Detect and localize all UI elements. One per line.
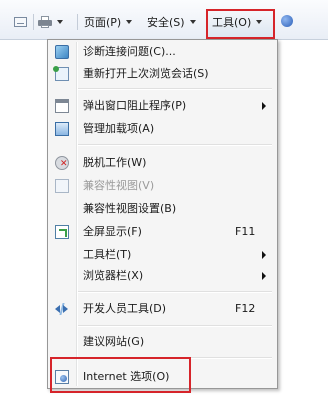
menu-item-diagnose-connection[interactable]: 诊断连接问题(C)... (50, 42, 275, 62)
menu-item-label: 重新打开上次浏览会话(S) (83, 67, 209, 80)
menu-item-label: 弹出窗口阻止程序(P) (83, 99, 187, 112)
internet-options-highlight (50, 357, 191, 393)
menu-item-explorer-bars[interactable]: 浏览器栏(X) (50, 266, 275, 286)
menu-item-work-offline[interactable]: 脱机工作(W) (50, 153, 275, 173)
menu-item-toolbars[interactable]: 工具栏(T) (50, 245, 275, 265)
popup-blocker-icon (55, 99, 69, 113)
menu-separator (78, 144, 272, 146)
browser-window: 页面(P) 安全(S) 工具(O) 诊断连接问题(C)... 重新打开上次浏览会… (0, 0, 328, 401)
chevron-down-icon (256, 20, 263, 24)
shortcut-label: F12 (235, 302, 256, 315)
diagnose-icon (55, 45, 69, 59)
menu-item-label: 兼容性视图设置(B) (83, 202, 177, 215)
read-mail-icon (14, 17, 27, 27)
menu-item-label: 浏览器栏(X) (83, 269, 144, 282)
compat-view-icon (55, 179, 69, 193)
submenu-arrow-icon (262, 251, 266, 259)
page-menu-button[interactable]: 页面(P) (84, 13, 133, 31)
menu-separator (78, 291, 272, 293)
menu-item-label: 工具栏(T) (83, 248, 132, 261)
read-mail-button[interactable] (14, 13, 27, 31)
menu-separator (78, 325, 272, 327)
chevron-down-icon (57, 20, 63, 24)
submenu-arrow-icon (262, 102, 266, 110)
menu-item-label: 开发人员工具(D) (83, 302, 167, 315)
reopen-session-icon (53, 66, 69, 81)
menu-item-label: 脱机工作(W) (83, 156, 147, 169)
menu-item-compat-view-settings[interactable]: 兼容性视图设置(B) (50, 199, 275, 219)
toolbar-divider (77, 14, 78, 30)
menu-item-developer-tools[interactable]: 开发人员工具(D) F12 (50, 299, 275, 319)
printer-icon (38, 16, 52, 28)
developer-tools-icon (55, 302, 69, 316)
menu-item-fullscreen[interactable]: 全屏显示(F) F11 (50, 222, 275, 242)
print-button[interactable] (38, 13, 63, 31)
work-offline-icon (55, 156, 69, 170)
tools-dropdown-menu: 诊断连接问题(C)... 重新打开上次浏览会话(S) 弹出窗口阻止程序(P) 管… (47, 39, 278, 389)
tools-menu-button[interactable]: 工具(O) (212, 13, 263, 31)
menu-item-label: 诊断连接问题(C)... (83, 45, 176, 58)
menu-item-label: 兼容性视图(V) (83, 179, 155, 192)
safety-menu-label: 安全(S) (147, 16, 185, 29)
tools-menu-label: 工具(O) (212, 16, 252, 29)
chevron-down-icon (126, 20, 133, 24)
submenu-arrow-icon (262, 272, 266, 280)
command-bar: 页面(P) 安全(S) 工具(O) (0, 0, 328, 40)
safety-menu-button[interactable]: 安全(S) (147, 13, 196, 31)
help-icon[interactable] (281, 15, 293, 27)
chevron-down-icon (189, 20, 196, 24)
menu-item-label: 建议网站(G) (83, 335, 145, 348)
manage-addons-icon (55, 122, 69, 136)
page-menu-label: 页面(P) (84, 16, 122, 29)
menu-item-reopen-session[interactable]: 重新打开上次浏览会话(S) (50, 64, 275, 84)
menu-item-popup-blocker[interactable]: 弹出窗口阻止程序(P) (50, 96, 275, 116)
shortcut-label: F11 (235, 225, 256, 238)
menu-item-manage-addons[interactable]: 管理加载项(A) (50, 119, 275, 139)
fullscreen-icon (55, 225, 69, 239)
menu-item-compat-view: 兼容性视图(V) (50, 176, 275, 196)
menu-item-label: 管理加载项(A) (83, 122, 155, 135)
menu-item-label: 全屏显示(F) (83, 225, 142, 238)
toolbar-divider (33, 14, 34, 30)
menu-item-suggested-sites[interactable]: 建议网站(G) (50, 332, 275, 352)
menu-separator (78, 88, 272, 90)
